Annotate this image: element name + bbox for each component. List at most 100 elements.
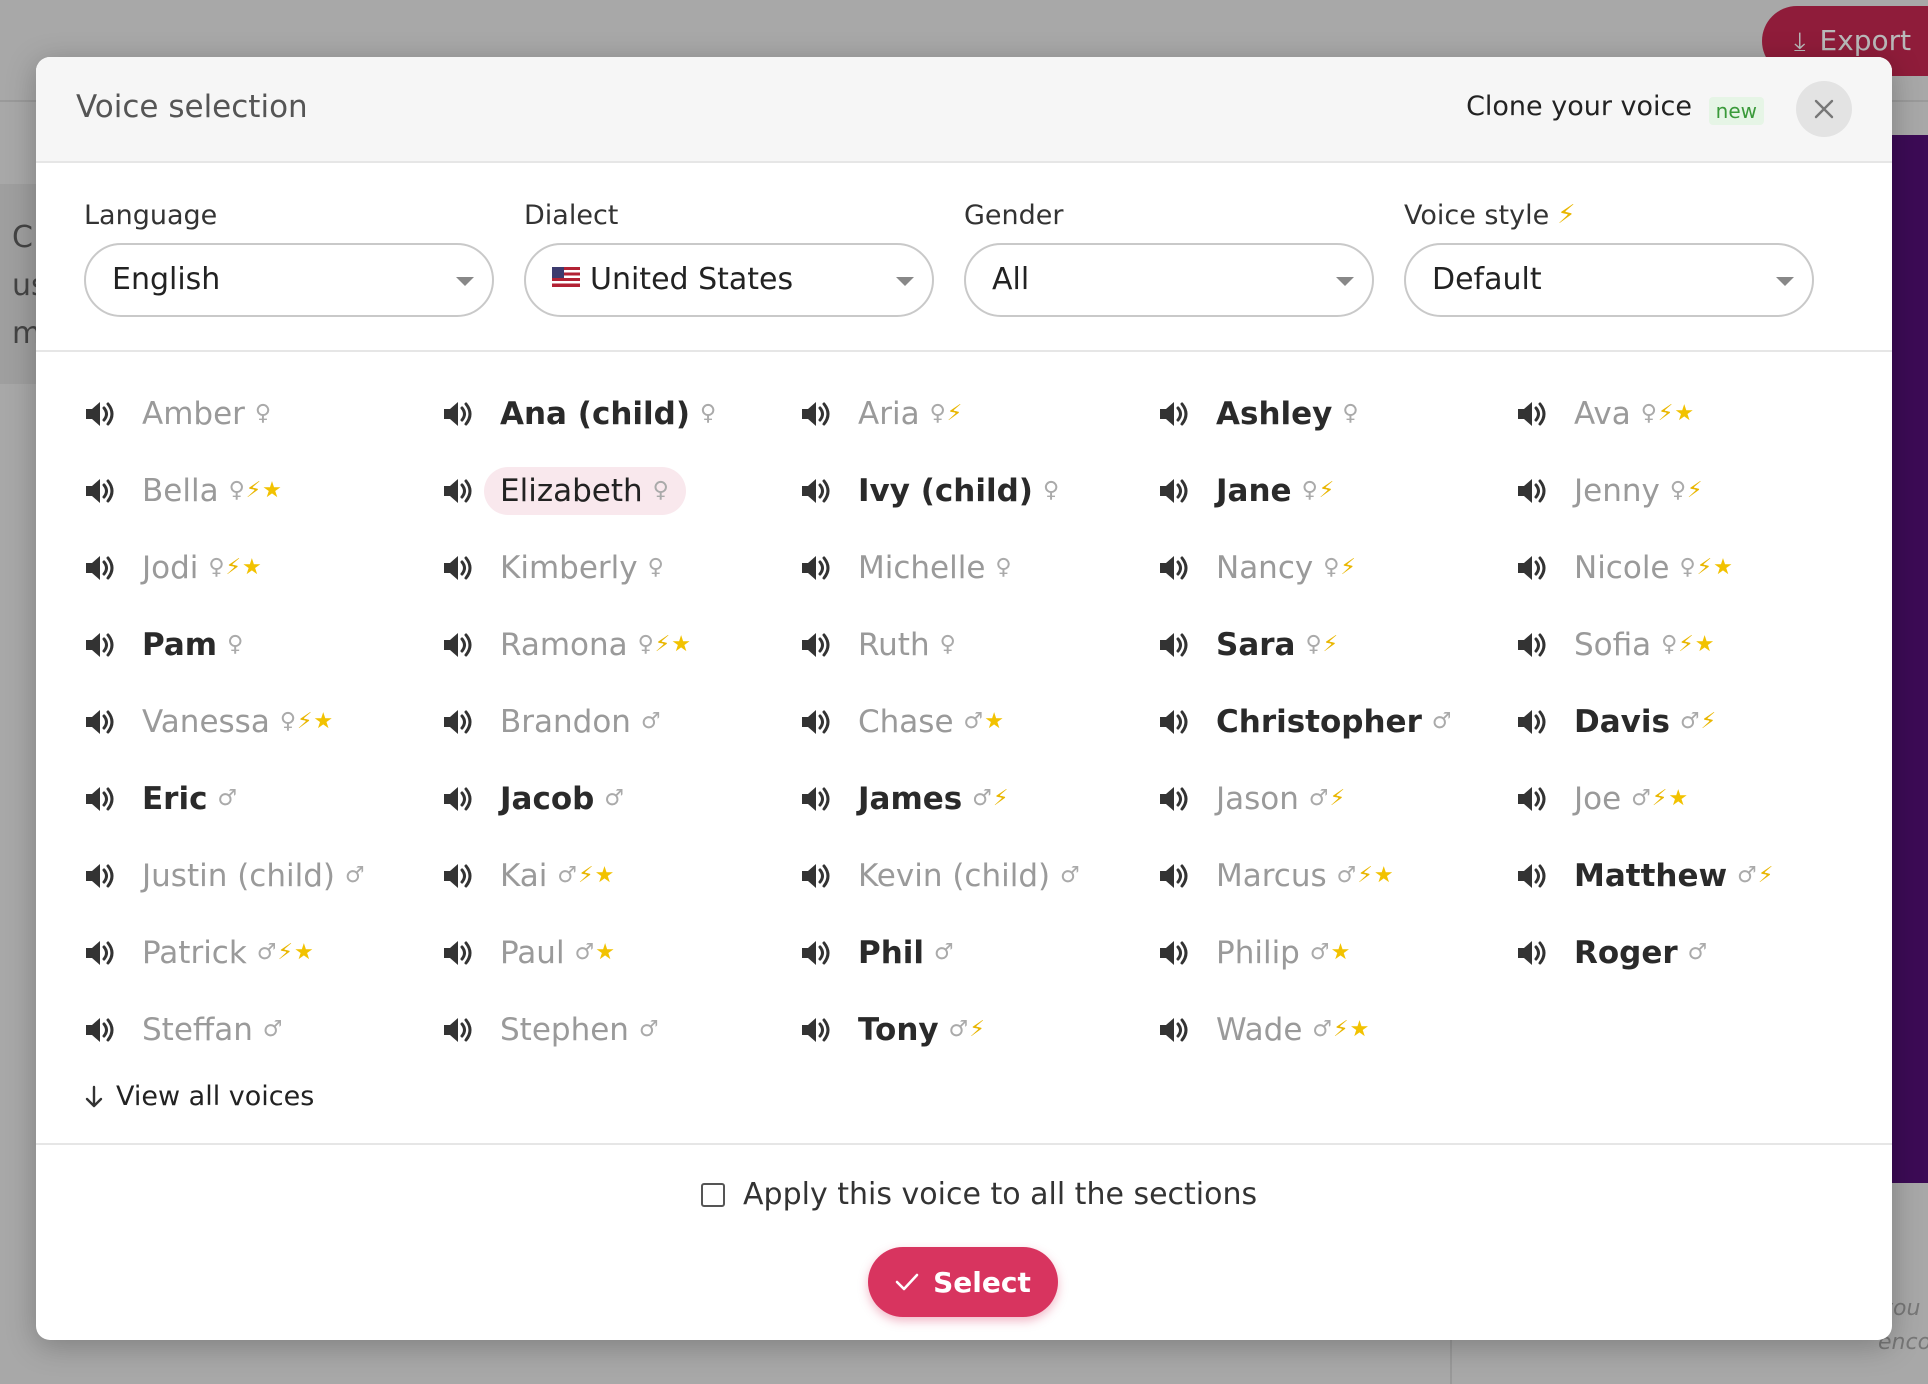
voice-item[interactable]: Matthew ♂⚡	[1508, 837, 1866, 914]
voice-name-text: Ava	[1574, 395, 1631, 432]
voice-name: Jane ♀⚡	[1200, 467, 1351, 515]
voice-item[interactable]: Stephen ♂	[434, 991, 792, 1068]
voice-tags: ♀	[1042, 478, 1061, 503]
apply-all-label: Apply this voice to all the sections	[743, 1177, 1258, 1212]
speaker-icon	[444, 632, 472, 657]
voice-item[interactable]: Jenny ♀⚡	[1508, 452, 1866, 529]
voice-name: Marcus ♂⚡★	[1200, 852, 1411, 900]
voice-item[interactable]: Ramona ♀⚡★	[434, 606, 792, 683]
speaker-icon	[86, 478, 114, 503]
voice-item[interactable]: Kevin (child) ♂	[792, 837, 1150, 914]
voice-item[interactable]: Bella ♀⚡★	[76, 452, 434, 529]
voice-item[interactable]: Ana (child) ♀	[434, 375, 792, 452]
voice-tags: ♀⚡★	[1679, 555, 1734, 580]
gender-select[interactable]: All	[964, 243, 1374, 317]
voice-tags: ♀	[995, 555, 1013, 580]
voice-tags: ♂⚡★	[1336, 863, 1395, 888]
voice-item[interactable]: Brandon ♂	[434, 683, 792, 760]
select-button[interactable]: Select	[868, 1247, 1058, 1317]
voice-item[interactable]: Davis ♂⚡	[1508, 683, 1866, 760]
voice-item[interactable]: Justin (child) ♂	[76, 837, 434, 914]
voice-name-text: Jane	[1216, 472, 1292, 509]
voice-item[interactable]: Ivy (child) ♀	[792, 452, 1150, 529]
voice-tags: ♂⚡★	[557, 863, 616, 888]
voice-item[interactable]: Phil ♂	[792, 914, 1150, 991]
view-all-voices-link[interactable]: View all voices	[84, 1081, 314, 1112]
speaker-icon	[444, 1017, 472, 1042]
voice-name: Ivy (child) ♀	[842, 467, 1076, 515]
speaker-icon	[1160, 555, 1188, 580]
voice-item[interactable]: Kimberly ♀	[434, 529, 792, 606]
apply-all-sections-checkbox[interactable]: Apply this voice to all the sections	[701, 1177, 1257, 1212]
voice-item[interactable]: Marcus ♂⚡★	[1150, 837, 1508, 914]
voice-item[interactable]: Jodi ♀⚡★	[76, 529, 434, 606]
voice-item[interactable]: Kai ♂⚡★	[434, 837, 792, 914]
new-badge: new	[1708, 97, 1764, 125]
voice-name-text: Aria	[858, 395, 920, 432]
voice-item[interactable]: Pam ♀	[76, 606, 434, 683]
voice-item[interactable]: Tony ♂⚡	[792, 991, 1150, 1068]
speaker-icon	[1160, 940, 1188, 965]
voice-name-text: Paul	[500, 934, 565, 971]
voice-item[interactable]: Vanessa ♀⚡★	[76, 683, 434, 760]
voice-item[interactable]: Nancy ♀⚡	[1150, 529, 1508, 606]
speaker-icon	[86, 632, 114, 657]
filter-label: Gender	[964, 199, 1064, 231]
dialect-select[interactable]: United States	[524, 243, 934, 317]
voice-name-text: Chase	[858, 703, 954, 740]
voice-item[interactable]: Roger ♂	[1508, 914, 1866, 991]
voice-name-text: Sofia	[1574, 626, 1652, 663]
voice-item[interactable]: Jacob ♂	[434, 760, 792, 837]
voice-tags: ♀⚡	[1669, 478, 1704, 503]
voice-name-text: Christopher	[1216, 703, 1422, 740]
voice-item[interactable]: Paul ♂★	[434, 914, 792, 991]
voice-item[interactable]: Michelle ♀	[792, 529, 1150, 606]
voice-item[interactable]: James ♂⚡	[792, 760, 1150, 837]
voice-tags: ♀⚡	[1301, 478, 1336, 503]
speaker-icon	[1518, 863, 1546, 888]
close-button[interactable]	[1796, 81, 1852, 137]
voice-name-text: Kimberly	[500, 549, 638, 586]
voice-item[interactable]: Steffan ♂	[76, 991, 434, 1068]
voice-style-select[interactable]: Default	[1404, 243, 1814, 317]
voice-name: Nancy ♀⚡	[1200, 544, 1373, 592]
voice-item[interactable]: Jason ♂⚡	[1150, 760, 1508, 837]
voice-name: Eric ♂	[126, 775, 254, 823]
voice-name-text: Ashley	[1216, 395, 1333, 432]
voice-tags: ♀	[647, 555, 665, 580]
clone-voice-link[interactable]: Clone your voice	[1466, 91, 1692, 122]
voice-item[interactable]: Wade ♂⚡★	[1150, 991, 1508, 1068]
speaker-icon	[86, 401, 114, 426]
voice-item[interactable]: Sara ♀⚡	[1150, 606, 1508, 683]
voice-item[interactable]: Elizabeth ♀	[434, 452, 792, 529]
check-icon	[895, 1273, 919, 1291]
voice-item[interactable]: Nicole ♀⚡★	[1508, 529, 1866, 606]
voice-name-text: Nicole	[1574, 549, 1670, 586]
voice-item[interactable]: Christopher ♂	[1150, 683, 1508, 760]
voice-item[interactable]: Ava ♀⚡★	[1508, 375, 1866, 452]
voice-name: Jodi ♀⚡★	[126, 544, 279, 592]
voice-item[interactable]: Patrick ♂⚡★	[76, 914, 434, 991]
arrow-down-icon	[85, 1085, 103, 1107]
voice-item[interactable]: Jane ♀⚡	[1150, 452, 1508, 529]
speaker-icon	[1160, 709, 1188, 734]
voice-item[interactable]: Philip ♂★	[1150, 914, 1508, 991]
speaker-icon	[1518, 709, 1546, 734]
voice-item[interactable]: Ruth ♀	[792, 606, 1150, 683]
us-flag-icon	[552, 267, 580, 287]
language-select[interactable]: English	[84, 243, 494, 317]
voice-item[interactable]: Ashley ♀	[1150, 375, 1508, 452]
speaker-icon	[802, 478, 830, 503]
voice-name-text: Eric	[142, 780, 208, 817]
voice-name: Matthew ♂⚡	[1558, 852, 1790, 900]
voice-item[interactable]: Chase ♂★	[792, 683, 1150, 760]
dialect-filter: Dialect United States	[524, 195, 934, 317]
voice-item[interactable]: Aria ♀⚡	[792, 375, 1150, 452]
voice-item[interactable]: Joe ♂⚡★	[1508, 760, 1866, 837]
voice-item[interactable]: Sofia ♀⚡★	[1508, 606, 1866, 683]
checkbox-icon	[701, 1182, 725, 1207]
voice-item[interactable]: Amber ♀	[76, 375, 434, 452]
voice-item[interactable]: Eric ♂	[76, 760, 434, 837]
voice-name: Ramona ♀⚡★	[484, 621, 708, 669]
voice-name: Ruth ♀	[842, 621, 973, 669]
